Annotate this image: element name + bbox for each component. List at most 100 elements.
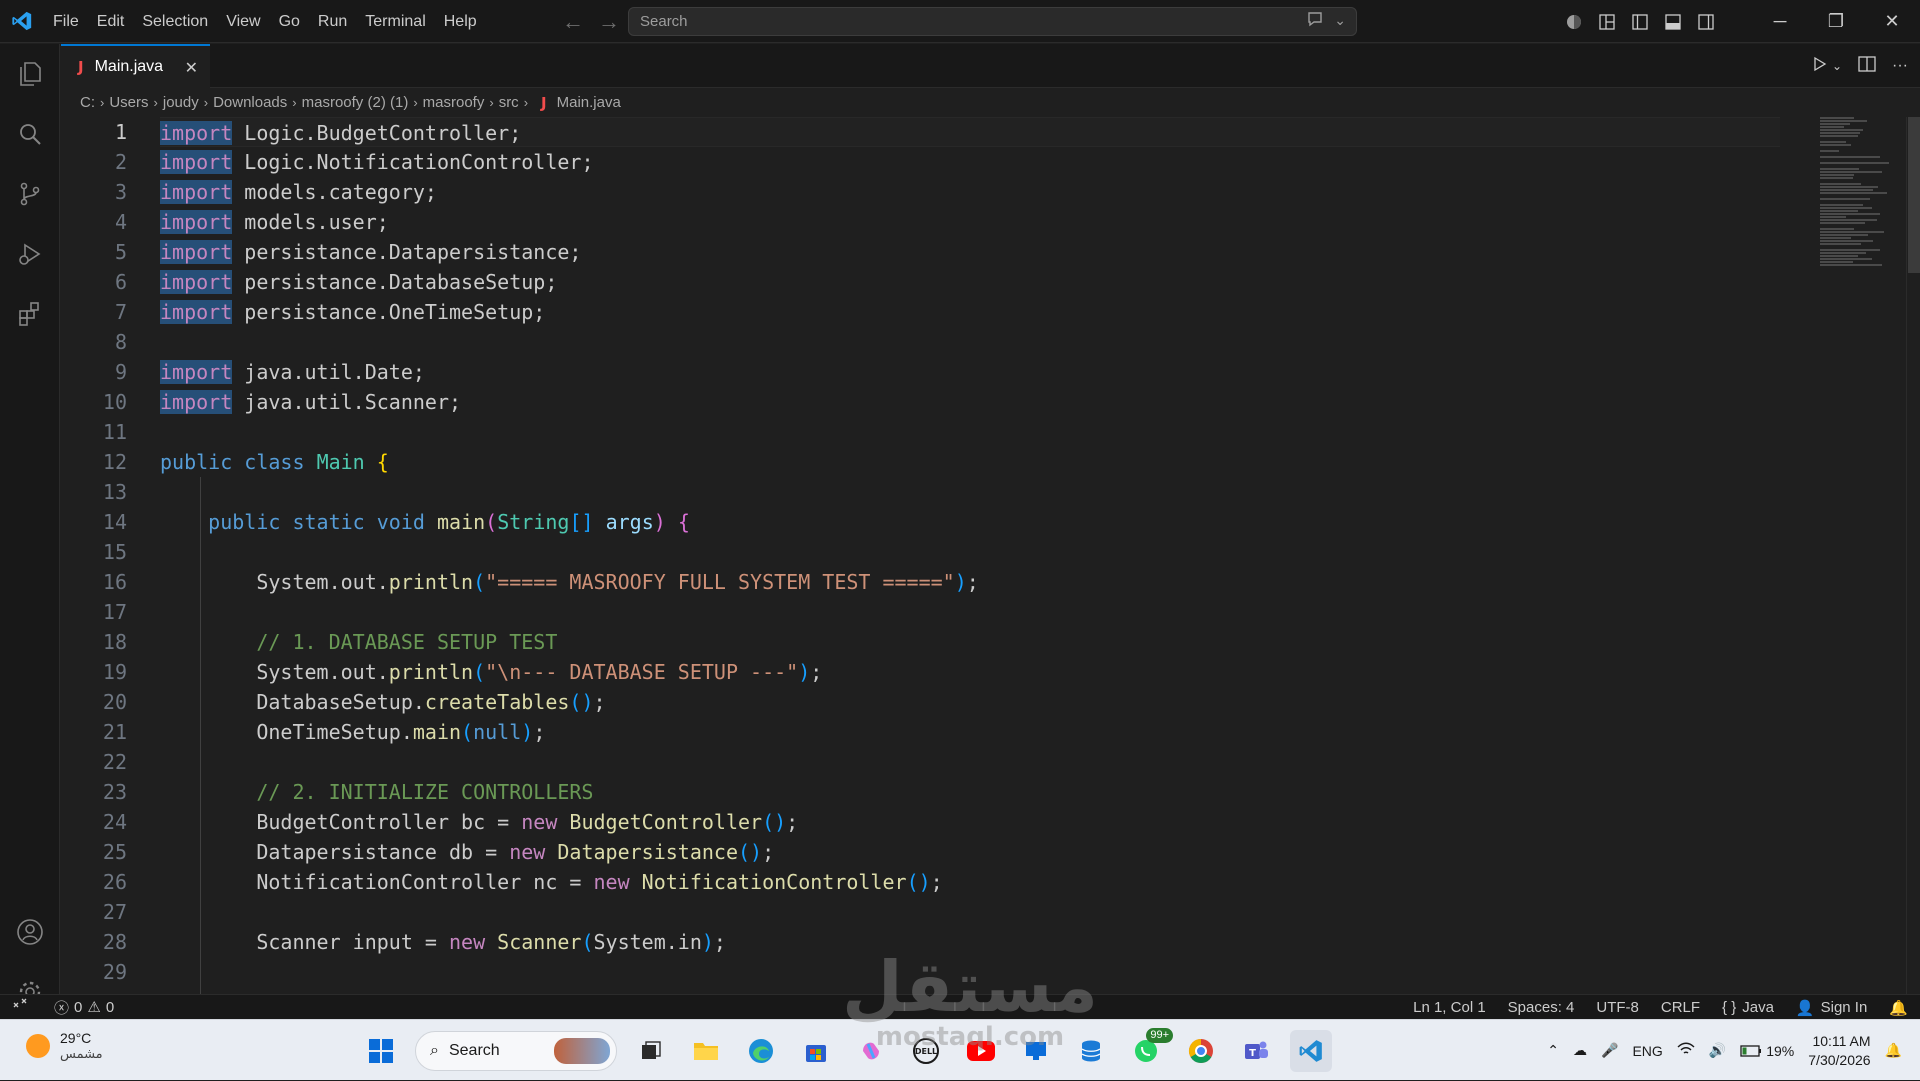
code-editor[interactable]: 1 2 3 4 5 6 7 8 9 10 11 12 13 14 15 16 17 18 19 20 21 22 23 24 2… [61, 117, 1920, 994]
toggle-primary-sidebar-icon[interactable] [1623, 0, 1656, 43]
menu-item-go[interactable]: Go [270, 0, 309, 43]
windows-start-icon[interactable] [360, 1030, 402, 1072]
weather-widget[interactable]: 29°C مشمس [26, 1030, 103, 1062]
youtube-icon[interactable] [960, 1030, 1002, 1072]
vscode-taskbar-icon[interactable] [1290, 1029, 1332, 1072]
copilot-icon[interactable] [1557, 0, 1590, 43]
code-line[interactable]: DatabaseSetup.createTables(); [160, 687, 1780, 717]
menu-item-help[interactable]: Help [435, 0, 486, 43]
wifi-icon[interactable] [1677, 1042, 1695, 1059]
notification-bell-icon[interactable]: 🔔 [1885, 1042, 1902, 1059]
run-java-icon[interactable] [1812, 56, 1828, 77]
close-window-button[interactable]: ✕ [1864, 0, 1920, 43]
code-line[interactable]: import Logic.BudgetController; [160, 117, 1780, 147]
breadcrumb-item[interactable]: masroofy [423, 94, 485, 111]
code-line[interactable]: // 2. INITIALIZE CONTROLLERS [160, 777, 1780, 807]
search-icon[interactable] [0, 104, 60, 164]
toggle-secondary-sidebar-icon[interactable] [1689, 0, 1722, 43]
code-line[interactable]: BudgetController bc = new BudgetControll… [160, 807, 1780, 837]
run-and-debug-icon[interactable] [0, 224, 60, 284]
microphone-icon[interactable]: 🎤 [1601, 1042, 1618, 1059]
teams-icon[interactable]: T [1235, 1030, 1277, 1072]
more-actions-icon[interactable]: ··· [1892, 57, 1908, 75]
menu-item-view[interactable]: View [217, 0, 269, 43]
microsoft-store-icon[interactable] [795, 1030, 837, 1072]
code-line[interactable] [160, 597, 1780, 627]
problems-indicator[interactable]: ⓧ 0 ⚠ 0 [54, 997, 114, 1018]
customize-layout-icon[interactable] [1590, 0, 1623, 43]
code-line[interactable]: import persistance.Datapersistance; [160, 237, 1780, 267]
notifications-bell-icon[interactable]: 🔔 [1889, 999, 1908, 1017]
encoding[interactable]: UTF-8 [1596, 999, 1639, 1016]
accounts-icon[interactable] [0, 902, 60, 962]
code-line[interactable] [160, 537, 1780, 567]
code-line[interactable]: // 1. DATABASE SETUP TEST [160, 627, 1780, 657]
clock[interactable]: 10:11 AM 7/30/2026 [1808, 1032, 1870, 1070]
code-line[interactable]: public class Main { [160, 447, 1780, 477]
edge-browser-icon[interactable] [740, 1030, 782, 1072]
code-line[interactable] [160, 957, 1780, 987]
code-line[interactable]: import java.util.Date; [160, 357, 1780, 387]
code-line[interactable]: System.out.println("\n--- DATABASE SETUP… [160, 657, 1780, 687]
menu-item-selection[interactable]: Selection [133, 0, 217, 43]
sign-in[interactable]: 👤 Sign In [1796, 999, 1867, 1017]
volume-icon[interactable]: 🔊 [1709, 1042, 1726, 1059]
code-line[interactable]: public static void main(String[] args) { [160, 507, 1780, 537]
onedrive-sync-icon[interactable]: ☁ [1573, 1042, 1587, 1059]
database-app-icon[interactable] [1070, 1030, 1112, 1072]
language-mode[interactable]: { } Java [1722, 999, 1774, 1016]
code-line[interactable]: System.out.println("===== MASROOFY FULL … [160, 567, 1780, 597]
minimize-button[interactable]: ─ [1752, 0, 1808, 43]
split-editor-icon[interactable] [1858, 55, 1876, 77]
code-line[interactable]: import persistance.OneTimeSetup; [160, 297, 1780, 327]
code-line[interactable] [160, 477, 1780, 507]
breadcrumb-item[interactable]: masroofy (2) (1) [302, 94, 409, 111]
code-line[interactable]: import models.category; [160, 177, 1780, 207]
battery-indicator[interactable]: 19% [1740, 1043, 1794, 1059]
indentation[interactable]: Spaces: 4 [1508, 999, 1575, 1016]
code-line[interactable]: import persistance.DatabaseSetup; [160, 267, 1780, 297]
end-of-line[interactable]: CRLF [1661, 999, 1700, 1016]
code-line[interactable] [160, 327, 1780, 357]
tab-main-java[interactable]: J Main.java ✕ [61, 44, 210, 88]
breadcrumb-item[interactable]: C: [80, 94, 95, 111]
code-line[interactable] [160, 897, 1780, 927]
menu-item-terminal[interactable]: Terminal [356, 0, 434, 43]
code-line[interactable]: NotificationController nc = new Notifica… [160, 867, 1780, 897]
restore-button[interactable]: ❐ [1808, 0, 1864, 43]
menu-item-run[interactable]: Run [309, 0, 356, 43]
cursor-position[interactable]: Ln 1, Col 1 [1413, 999, 1486, 1016]
show-hidden-icons-chevron-icon[interactable]: ⌃ [1547, 1042, 1559, 1059]
dell-icon[interactable]: DELL [905, 1030, 947, 1072]
source-control-icon[interactable] [0, 164, 60, 224]
breadcrumb-file[interactable]: Main.java [557, 94, 621, 111]
explorer-icon[interactable] [0, 44, 60, 104]
remote-desktop-icon[interactable] [1015, 1030, 1057, 1072]
close-tab-icon[interactable]: ✕ [185, 58, 198, 78]
code-line[interactable]: import java.util.Scanner; [160, 387, 1780, 417]
file-explorer-icon[interactable] [685, 1030, 727, 1072]
taskbar-search[interactable]: ⌕ Search [415, 1030, 617, 1071]
code-line[interactable]: Scanner input = new Scanner(System.in); [160, 927, 1780, 957]
task-view-icon[interactable] [630, 1030, 672, 1072]
code-line[interactable] [160, 747, 1780, 777]
input-language[interactable]: ENG [1632, 1043, 1662, 1059]
code-line[interactable]: Datapersistance db = new Datapersistance… [160, 837, 1780, 867]
code-line[interactable]: import Logic.NotificationController; [160, 147, 1780, 177]
menu-item-edit[interactable]: Edit [88, 0, 134, 43]
run-dropdown-chevron-icon[interactable]: ⌄ [1832, 59, 1842, 73]
copilot-app-icon[interactable] [850, 1030, 892, 1072]
code-line[interactable]: OneTimeSetup.main(null); [160, 717, 1780, 747]
whatsapp-icon[interactable]: 99+ [1125, 1027, 1173, 1072]
code-lines[interactable]: import Logic.BudgetController; import Log… [160, 117, 1780, 994]
menu-item-file[interactable]: File [44, 0, 88, 43]
toggle-panel-icon[interactable] [1656, 0, 1689, 43]
vertical-scrollbar[interactable] [1906, 117, 1920, 994]
scrollbar-thumb[interactable] [1908, 117, 1920, 273]
code-line[interactable] [160, 417, 1780, 447]
breadcrumb-item[interactable]: Users [109, 94, 148, 111]
copilot-chat-icon[interactable] [1306, 11, 1324, 30]
command-center-search[interactable]: Search ⌄ [628, 7, 1357, 36]
breadcrumb-item[interactable]: src [499, 94, 519, 111]
minimap[interactable] [1820, 117, 1906, 387]
